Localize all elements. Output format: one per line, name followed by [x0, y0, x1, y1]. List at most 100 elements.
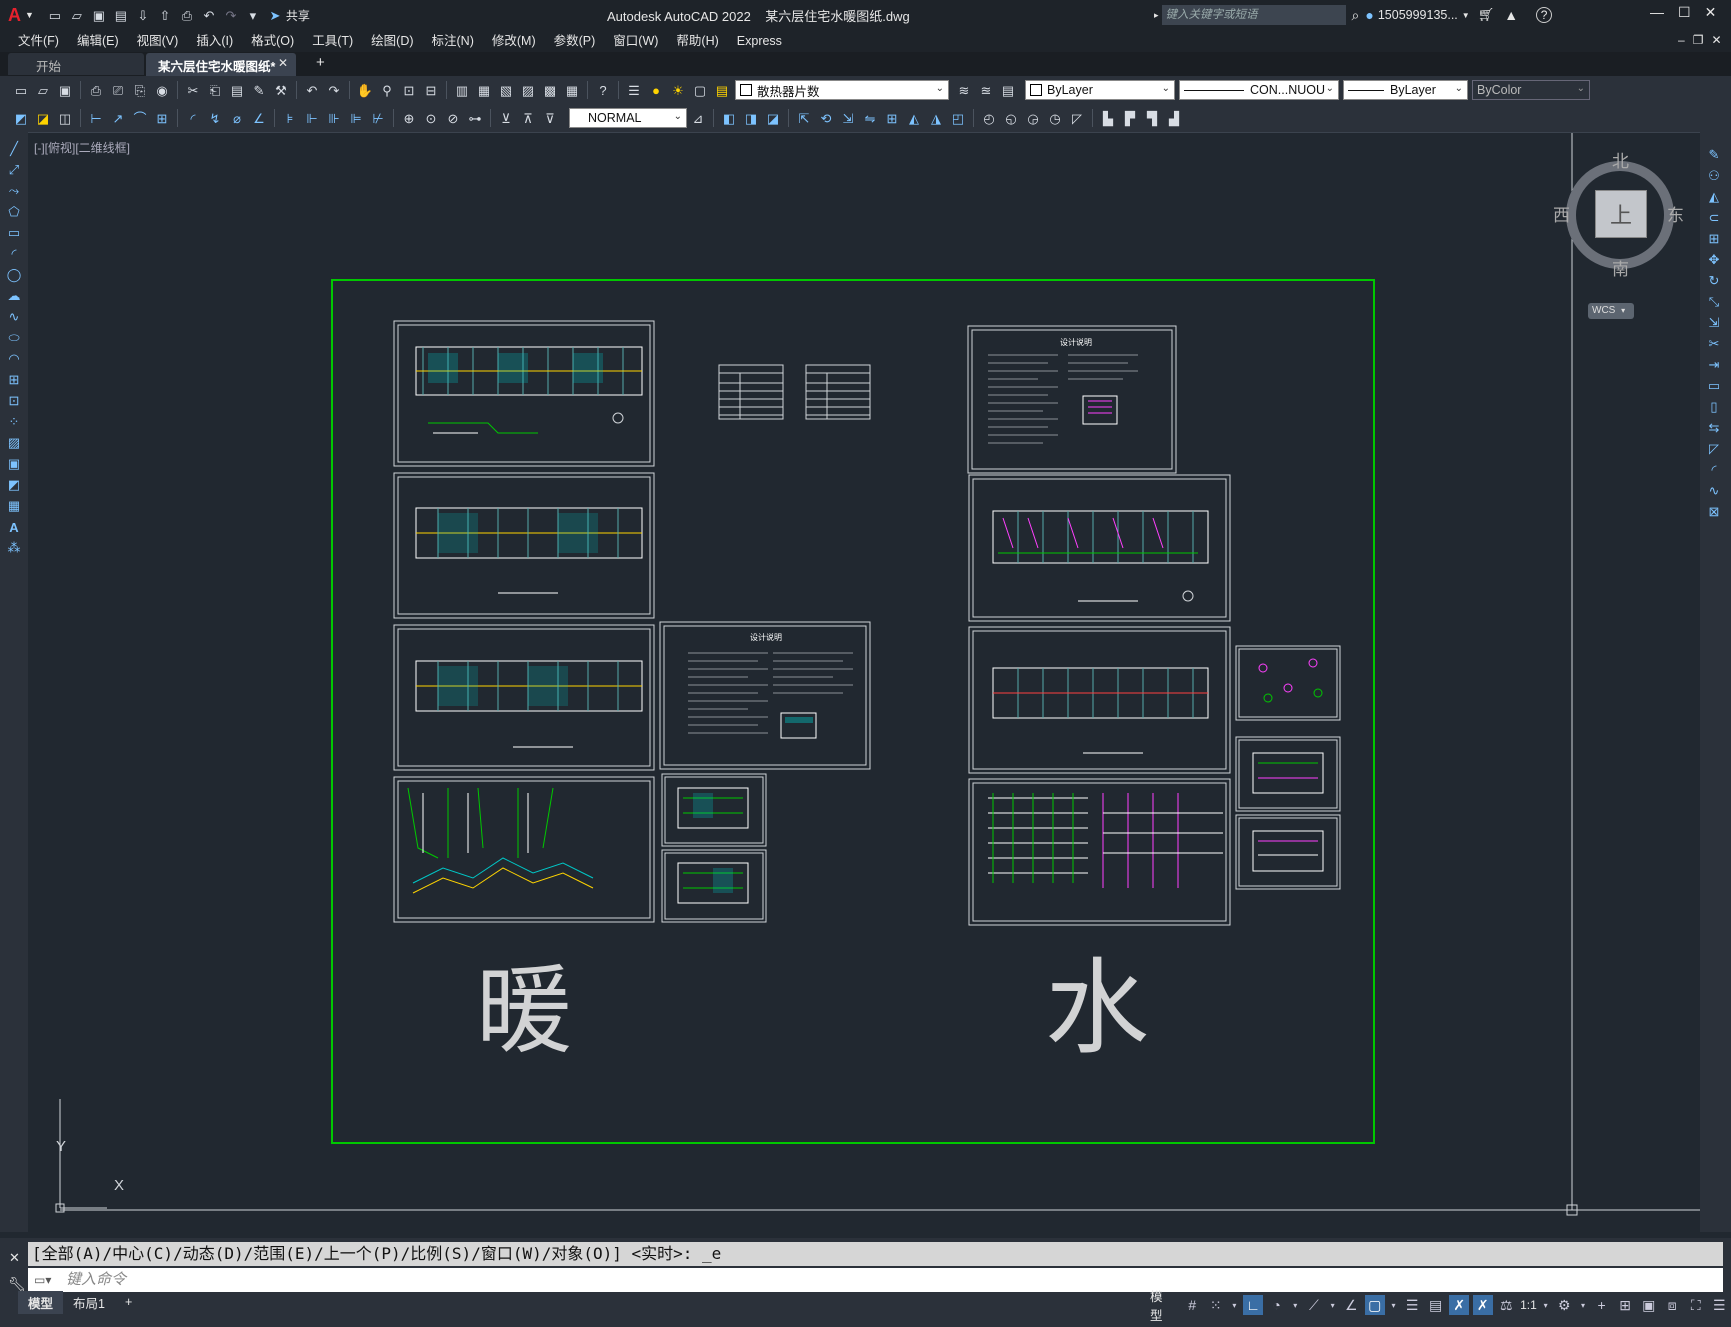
rotate-3d-icon[interactable]: ⟲ [817, 109, 835, 127]
user-icon[interactable]: ● [1365, 7, 1373, 23]
tab-model[interactable]: 模型 [18, 1290, 64, 1314]
doc-minimize-icon[interactable]: – [1678, 33, 1685, 47]
hatch-icon[interactable]: ▨ [3, 433, 25, 453]
isometric-icon[interactable]: ⟋ [1304, 1295, 1324, 1315]
search-icon[interactable]: ⌕ [1352, 7, 1360, 24]
command-close-icon[interactable]: ✕ [9, 1250, 20, 1266]
3d-cone-icon[interactable]: ◪ [764, 109, 782, 127]
break-at-point-icon[interactable]: ▭ [1703, 376, 1725, 396]
minimize-icon[interactable]: — [1650, 4, 1664, 21]
snap-icon[interactable]: ⁙ [1206, 1295, 1226, 1315]
share-button[interactable]: 共享 [286, 7, 310, 24]
union-icon[interactable]: ◴ [980, 109, 998, 127]
spline-icon[interactable]: ∿ [3, 307, 25, 327]
sheet-set-icon[interactable]: ▨ [519, 81, 537, 99]
radius-dimension-icon[interactable]: ◜ [184, 109, 202, 127]
object-snap-icon[interactable]: ▢ [1365, 1295, 1385, 1315]
undo-icon[interactable]: ↶ [200, 6, 218, 24]
insert-block-icon[interactable]: ⊞ [3, 370, 25, 390]
lights-icon[interactable]: ▜ [1143, 109, 1161, 127]
trim-icon[interactable]: ✂ [1703, 334, 1725, 354]
tolerance-icon[interactable]: ⊕ [400, 109, 418, 127]
linear-dimension-icon[interactable]: ⊢ [87, 109, 105, 127]
viewcube[interactable]: 上 北 南 西 东 [1553, 147, 1684, 279]
offset-icon[interactable]: ⊂ [1703, 208, 1725, 228]
array-3d-icon[interactable]: ⊞ [883, 109, 901, 127]
plotstyle-dropdown[interactable]: ByColor ⌄ [1472, 80, 1590, 100]
make-object-layer-icon[interactable]: ◩ [12, 109, 30, 127]
extrude-icon[interactable]: ◷ [1046, 109, 1064, 127]
annotation-scale-icon[interactable]: ⚖ [1497, 1295, 1517, 1315]
zoom-window-icon[interactable]: ⊡ [400, 81, 418, 99]
chamfer-icon[interactable]: ◸ [1703, 439, 1725, 459]
fillet-icon[interactable]: ◜ [1703, 460, 1725, 480]
menu-format[interactable]: 格式(O) [242, 30, 303, 52]
graphics-performance-icon[interactable]: ⛶ [1686, 1295, 1706, 1315]
layer-isolate-icon[interactable]: ◫ [56, 109, 74, 127]
blend-curves-icon[interactable]: ∿ [1703, 481, 1725, 501]
chevron-down-icon[interactable]: ▾ [1578, 1295, 1588, 1315]
move-3d-icon[interactable]: ⇱ [795, 109, 813, 127]
tab-layout1[interactable]: 布局1 [63, 1291, 115, 1314]
tab-start[interactable]: 开始 [8, 53, 144, 75]
doc-restore-icon[interactable]: ❐ [1693, 33, 1704, 47]
design-center-icon[interactable]: ▦ [475, 81, 493, 99]
model-space-button[interactable]: 模型 [1150, 1286, 1174, 1324]
mirror-icon[interactable]: ◭ [1703, 187, 1725, 207]
redo-icon[interactable]: ↷ [325, 81, 343, 99]
close-icon[interactable]: ✕ [1705, 4, 1717, 21]
linetype-dropdown[interactable]: CON...NUOU ⌄ [1179, 80, 1339, 100]
ellipse-icon[interactable]: ⬭ [3, 328, 25, 348]
section-icon[interactable]: ◮ [927, 109, 945, 127]
rotate-icon[interactable]: ↻ [1703, 271, 1725, 291]
construction-line-icon[interactable]: ⤢ [3, 160, 25, 180]
user-name[interactable]: 1505999135... [1378, 8, 1458, 22]
scale-icon[interactable]: ⤡ [1703, 292, 1725, 312]
viewcube-top-face[interactable]: 上 [1595, 190, 1647, 238]
baseline-dimension-icon[interactable]: ⊩ [303, 109, 321, 127]
ellipse-arc-icon[interactable]: ◠ [3, 349, 25, 369]
save-icon[interactable]: ▣ [90, 6, 108, 24]
customize-quick-access-icon[interactable]: ▾ [244, 6, 262, 24]
jogged-linear-icon[interactable]: ⊶ [466, 109, 484, 127]
cart-icon[interactable]: 🛒︎ [1478, 7, 1495, 23]
slice-icon[interactable]: ◭ [905, 109, 923, 127]
help-icon[interactable]: ? [594, 81, 612, 99]
multiline-text-icon[interactable]: A [3, 517, 25, 537]
render-icon[interactable]: ▙ [1099, 109, 1117, 127]
angular-dimension-icon[interactable]: ∠ [250, 109, 268, 127]
menu-express[interactable]: Express [728, 30, 791, 52]
search-input[interactable]: 键入关键字或短语 [1161, 5, 1346, 25]
auto-scale-icon[interactable]: ✗ [1472, 1295, 1493, 1315]
subtract-icon[interactable]: ◵ [1002, 109, 1020, 127]
redo-icon[interactable]: ↷ [222, 6, 240, 24]
align-3d-icon[interactable]: ⇲ [839, 109, 857, 127]
polygon-icon[interactable]: ⬠ [3, 202, 25, 222]
isolate-objects-icon[interactable]: ⧈ [1662, 1295, 1682, 1315]
chevron-down-icon[interactable]: ▼ [1462, 11, 1470, 20]
publish-icon[interactable]: ⎘ [131, 81, 149, 99]
chevron-down-icon[interactable]: ▾ [1389, 1295, 1399, 1315]
new-file-icon[interactable]: ▭ [46, 6, 64, 24]
continue-dimension-icon[interactable]: ⊪ [325, 109, 343, 127]
search-expand-icon[interactable]: ▸ [1154, 10, 1159, 21]
intersect-icon[interactable]: ◶ [1024, 109, 1042, 127]
dimension-text-edit-icon[interactable]: ⊼ [519, 109, 537, 127]
dimension-break-icon[interactable]: ⊬ [369, 109, 387, 127]
compass-north[interactable]: 北 [1612, 147, 1629, 172]
break-icon[interactable]: ▯ [1703, 397, 1725, 417]
layer-viewport-icon[interactable]: ▢ [691, 81, 709, 99]
chevron-down-icon[interactable]: ▾ [1541, 1295, 1551, 1315]
menu-tools[interactable]: 工具(T) [303, 30, 362, 52]
compass-south[interactable]: 南 [1612, 255, 1629, 280]
aligned-dimension-icon[interactable]: ↗ [109, 109, 127, 127]
plot-icon[interactable]: ⎙ [178, 6, 196, 24]
add-layout-button[interactable]: + [115, 1293, 142, 1311]
customization-icon[interactable]: ☰ [1710, 1295, 1730, 1315]
block-editor-icon[interactable]: ⚒ [272, 81, 290, 99]
dimension-space-icon[interactable]: ⊫ [347, 109, 365, 127]
transparency-icon[interactable]: ▤ [1426, 1295, 1446, 1315]
menu-dimension[interactable]: 标注(N) [423, 30, 483, 52]
markup-icon[interactable]: ▩ [541, 81, 559, 99]
mirror-3d-icon[interactable]: ⇋ [861, 109, 879, 127]
